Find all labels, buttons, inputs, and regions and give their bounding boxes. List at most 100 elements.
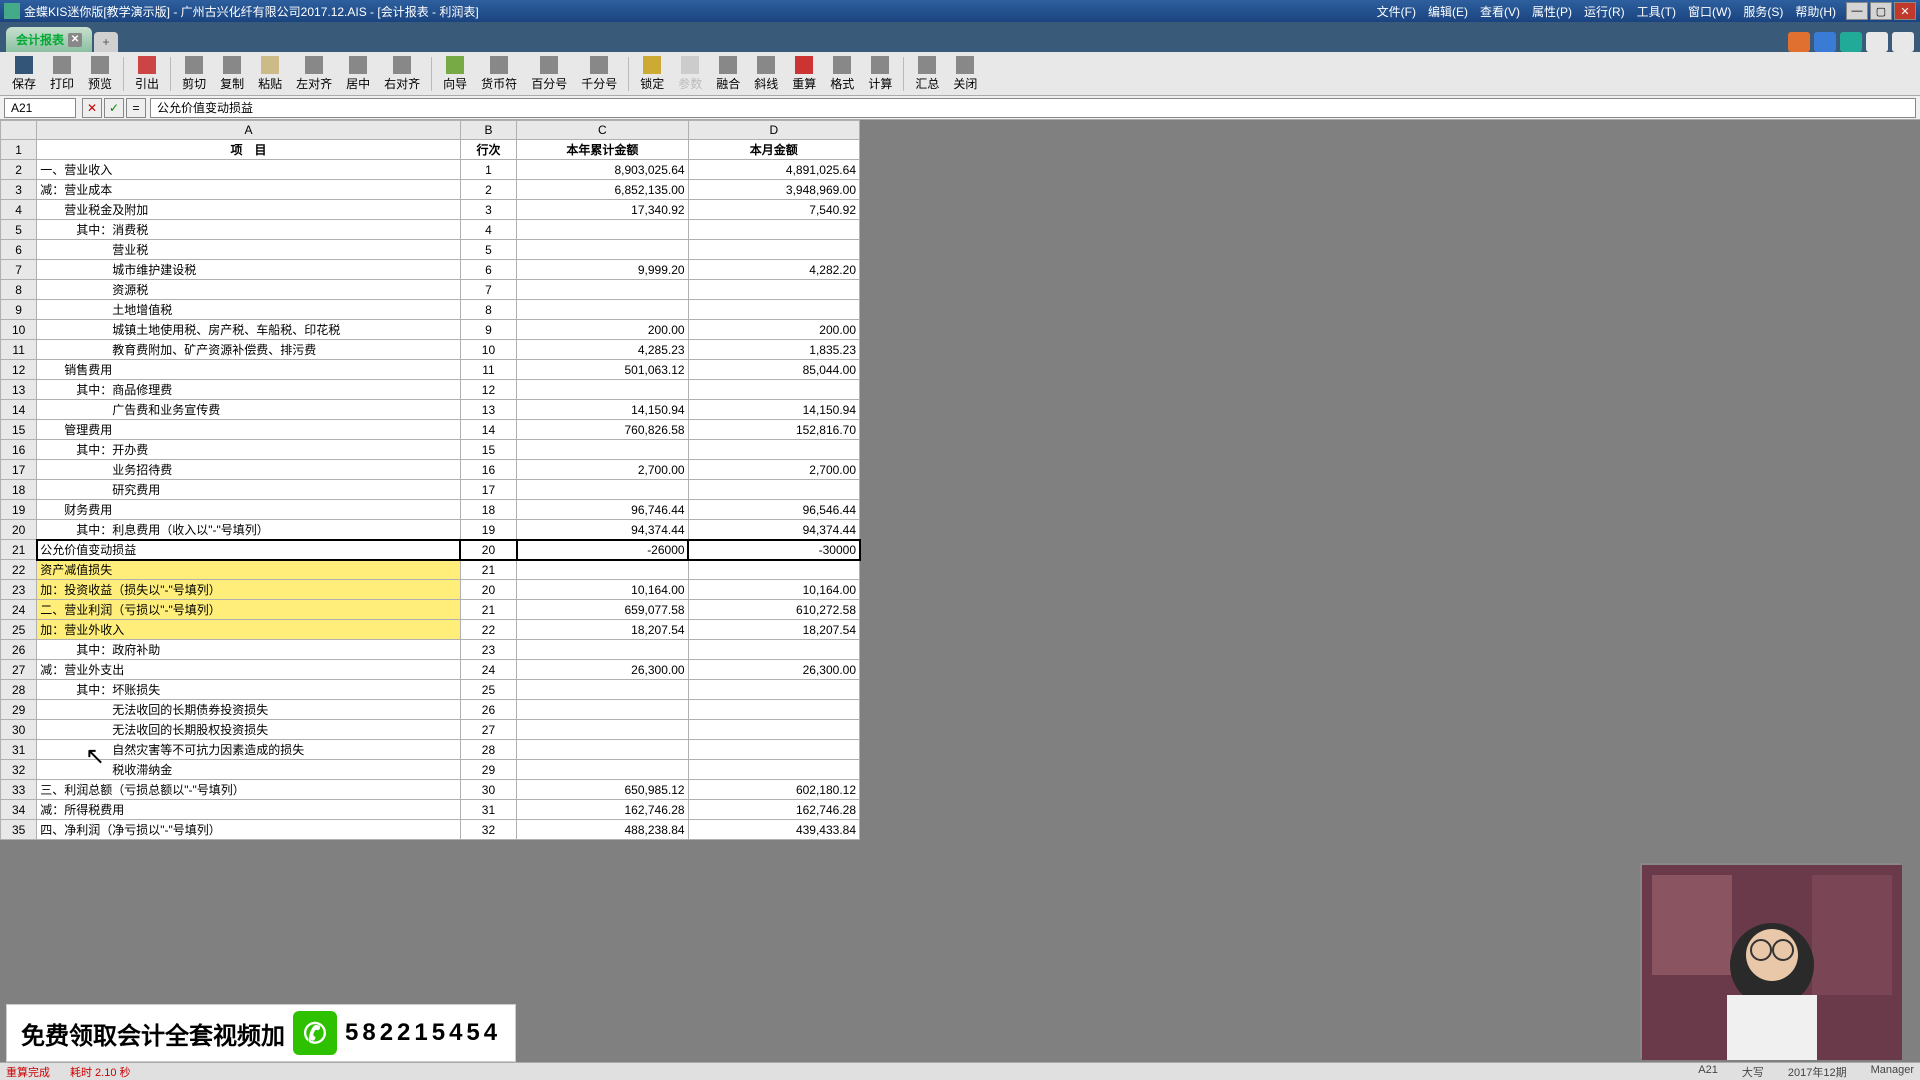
tb-params[interactable]: 参数 [672,54,708,94]
cell[interactable] [688,480,859,500]
cell[interactable]: 6 [460,260,516,280]
corner-cell[interactable] [1,121,37,140]
row-header[interactable]: 9 [1,300,37,320]
cell[interactable] [517,300,688,320]
tb-summary[interactable]: 汇总 [909,54,945,94]
cell[interactable]: 14 [460,420,516,440]
sheet-area[interactable]: A B C D 1 项 目 行次 本年累计金额 本月金额2 一、营业收入 1 8… [0,120,1920,1062]
cell[interactable]: 广告费和业务宣传费 [37,400,460,420]
cell[interactable] [517,740,688,760]
row-header[interactable]: 13 [1,380,37,400]
cell[interactable]: 27 [460,720,516,740]
cell[interactable]: 94,374.44 [517,520,688,540]
row-header[interactable]: 34 [1,800,37,820]
cell[interactable]: 4,891,025.64 [688,160,859,180]
cell[interactable]: 业务招待费 [37,460,460,480]
row-header[interactable]: 2 [1,160,37,180]
tb-thousand[interactable]: 千分号 [575,54,623,94]
cell[interactable]: 无法收回的长期股权投资损失 [37,720,460,740]
cell[interactable]: 22 [460,620,516,640]
cell[interactable] [688,760,859,780]
col-header-C[interactable]: C [517,121,688,140]
cell[interactable]: 20 [460,580,516,600]
cell[interactable]: 4,282.20 [688,260,859,280]
cell[interactable]: 18,207.54 [517,620,688,640]
cell[interactable]: 26,300.00 [688,660,859,680]
cell[interactable]: 17 [460,480,516,500]
cell[interactable]: 3 [460,200,516,220]
tb-slash[interactable]: 斜线 [748,54,784,94]
cell[interactable]: 其中：坏账损失 [37,680,460,700]
cell[interactable]: 439,433.84 [688,820,859,840]
cell[interactable]: 21 [460,600,516,620]
row-header[interactable]: 26 [1,640,37,660]
cell[interactable]: 公允价值变动损益 [37,540,460,560]
cell[interactable] [517,280,688,300]
equals-button[interactable]: = [126,98,146,118]
cell[interactable]: 城市维护建设税 [37,260,460,280]
menu-view[interactable]: 查看(V) [1480,3,1520,20]
cell[interactable]: 760,826.58 [517,420,688,440]
cell[interactable] [517,560,688,580]
menu-service[interactable]: 服务(S) [1743,3,1783,20]
row-header[interactable]: 12 [1,360,37,380]
row-header[interactable]: 22 [1,560,37,580]
row-header[interactable]: 1 [1,140,37,160]
confirm-formula-button[interactable]: ✓ [104,98,124,118]
cell[interactable] [688,680,859,700]
cell[interactable]: -30000 [688,540,859,560]
cell[interactable]: 城镇土地使用税、房产税、车船税、印花税 [37,320,460,340]
tb-wizard[interactable]: 向导 [437,54,473,94]
cell[interactable]: 资产减值损失 [37,560,460,580]
menu-edit[interactable]: 编辑(E) [1428,3,1468,20]
cell[interactable]: 200.00 [517,320,688,340]
tb-lock[interactable]: 锁定 [634,54,670,94]
cell[interactable] [688,640,859,660]
tb-save[interactable]: 保存 [6,54,42,94]
cell[interactable]: 税收滞纳金 [37,760,460,780]
cell[interactable] [517,240,688,260]
shortcut-icon[interactable] [1788,32,1810,52]
row-header[interactable]: 33 [1,780,37,800]
shortcut-icon[interactable] [1814,32,1836,52]
row-header[interactable]: 4 [1,200,37,220]
cell[interactable]: 本年累计金额 [517,140,688,160]
cell[interactable]: 28 [460,740,516,760]
col-header-B[interactable]: B [460,121,516,140]
cell[interactable]: 其中：政府补助 [37,640,460,660]
cell[interactable]: 其中：利息费用（收入以"-"号填列） [37,520,460,540]
cell[interactable]: 2,700.00 [517,460,688,480]
shortcut-icon[interactable] [1892,32,1914,52]
cell[interactable]: 6,852,135.00 [517,180,688,200]
tb-export[interactable]: 引出 [129,54,165,94]
cell[interactable]: 152,816.70 [688,420,859,440]
cell[interactable]: 32 [460,820,516,840]
cell[interactable] [688,380,859,400]
cell[interactable]: 200.00 [688,320,859,340]
cell[interactable]: 11 [460,360,516,380]
minimize-button[interactable]: — [1846,2,1868,20]
row-header[interactable]: 32 [1,760,37,780]
cell[interactable] [517,220,688,240]
col-header-D[interactable]: D [688,121,859,140]
cell[interactable]: 8,903,025.64 [517,160,688,180]
cell[interactable]: 659,077.58 [517,600,688,620]
cell[interactable]: 5 [460,240,516,260]
menu-property[interactable]: 属性(P) [1532,3,1572,20]
cell[interactable]: 8 [460,300,516,320]
cell[interactable]: 行次 [460,140,516,160]
cell[interactable]: 21 [460,560,516,580]
cell[interactable]: 销售费用 [37,360,460,380]
tb-recalc[interactable]: 重算 [786,54,822,94]
tb-cut[interactable]: 剪切 [176,54,212,94]
cell[interactable]: 602,180.12 [688,780,859,800]
cell[interactable]: 1,835.23 [688,340,859,360]
cell[interactable]: 96,746.44 [517,500,688,520]
cell[interactable]: 9,999.20 [517,260,688,280]
row-header[interactable]: 17 [1,460,37,480]
cell[interactable]: 4 [460,220,516,240]
cell[interactable]: 25 [460,680,516,700]
cell[interactable]: 19 [460,520,516,540]
cell[interactable]: 本月金额 [688,140,859,160]
cell[interactable] [517,760,688,780]
